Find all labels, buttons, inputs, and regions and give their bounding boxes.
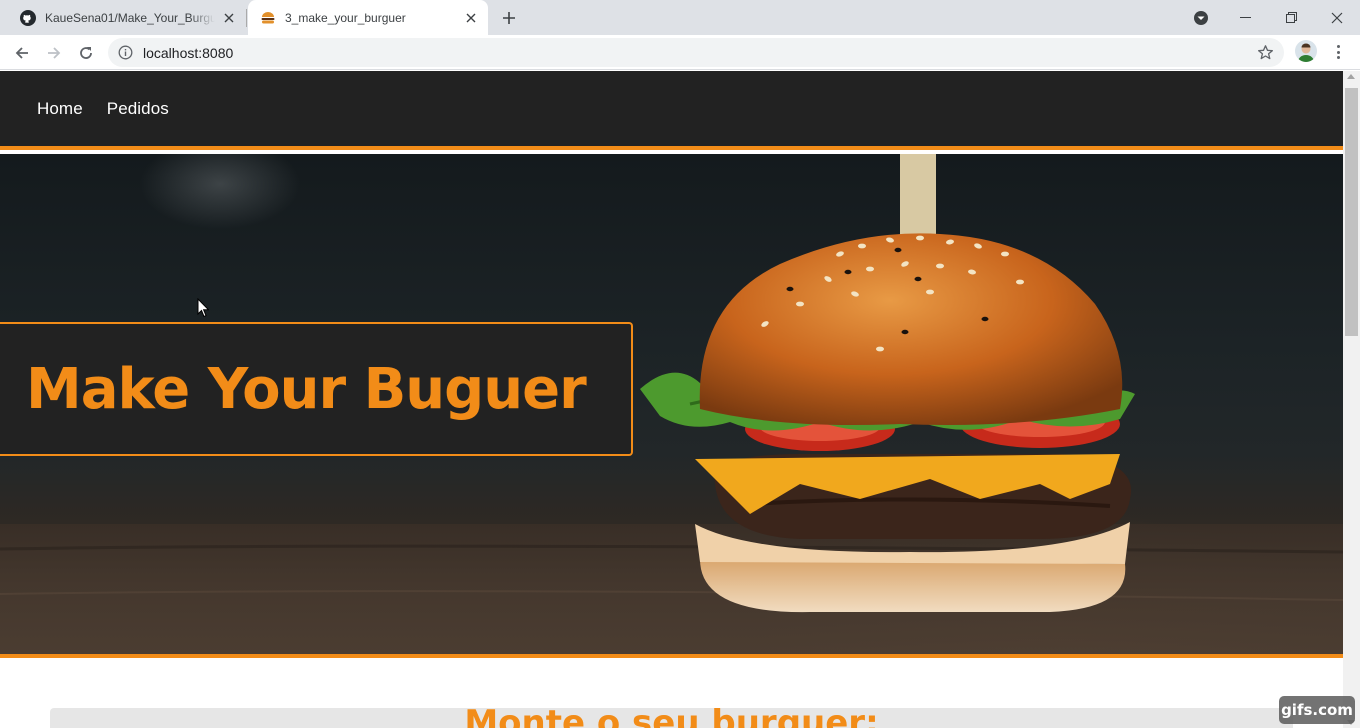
gifs-watermark: gifs.com (1279, 696, 1355, 724)
tab-strip: KaueSena01/Make_Your_Burguer 3_make_your… (0, 0, 1360, 35)
section-title: Monte o seu burguer: (464, 703, 879, 728)
browser-menu-icon[interactable] (1329, 42, 1347, 62)
close-tab-icon[interactable] (463, 10, 479, 26)
site-navbar: Home Pedidos (0, 71, 1343, 150)
restore-icon[interactable] (1268, 0, 1314, 35)
tab-separator (246, 9, 247, 27)
back-icon[interactable] (10, 41, 34, 65)
url-text[interactable]: localhost:8080 (143, 45, 233, 61)
scroll-thumb[interactable] (1345, 88, 1358, 336)
hero-bottom-border (0, 654, 1343, 658)
forward-icon[interactable] (42, 41, 66, 65)
github-icon (20, 9, 36, 26)
burger-image (640, 154, 1135, 613)
browser-toolbar: localhost:8080 (0, 35, 1360, 70)
hero-title: Make Your Buguer (26, 356, 587, 422)
tab-title: KaueSena01/Make_Your_Burguer (45, 10, 215, 25)
new-tab-icon[interactable] (500, 9, 518, 27)
tab-github-repo[interactable]: KaueSena01/Make_Your_Burguer (8, 0, 246, 35)
reload-icon[interactable] (74, 41, 98, 65)
minimize-icon[interactable] (1222, 0, 1268, 35)
mouse-cursor-icon (197, 298, 209, 318)
hero-title-box: Make Your Buguer (0, 322, 633, 456)
page-scrollbar[interactable] (1343, 71, 1360, 728)
bookmark-star-icon[interactable] (1257, 44, 1274, 61)
profile-avatar[interactable] (1295, 40, 1317, 62)
tab-make-your-burguer[interactable]: 3_make_your_burguer (248, 0, 488, 35)
tab-title: 3_make_your_burguer (285, 10, 406, 25)
nav-link-pedidos[interactable]: Pedidos (107, 99, 169, 119)
address-bar[interactable]: localhost:8080 (108, 38, 1284, 67)
hero-banner: Make Your Buguer (0, 154, 1343, 654)
close-window-icon[interactable] (1314, 0, 1360, 35)
tab-search-icon[interactable] (1192, 9, 1210, 27)
info-icon[interactable] (118, 45, 133, 60)
page-viewport: Home Pedidos Make Your Buguer Monte o se… (0, 71, 1343, 728)
scroll-up-arrow-icon[interactable] (1347, 74, 1355, 79)
close-tab-icon[interactable] (221, 10, 237, 26)
nav-link-home[interactable]: Home (37, 99, 83, 119)
burger-icon (260, 10, 276, 26)
